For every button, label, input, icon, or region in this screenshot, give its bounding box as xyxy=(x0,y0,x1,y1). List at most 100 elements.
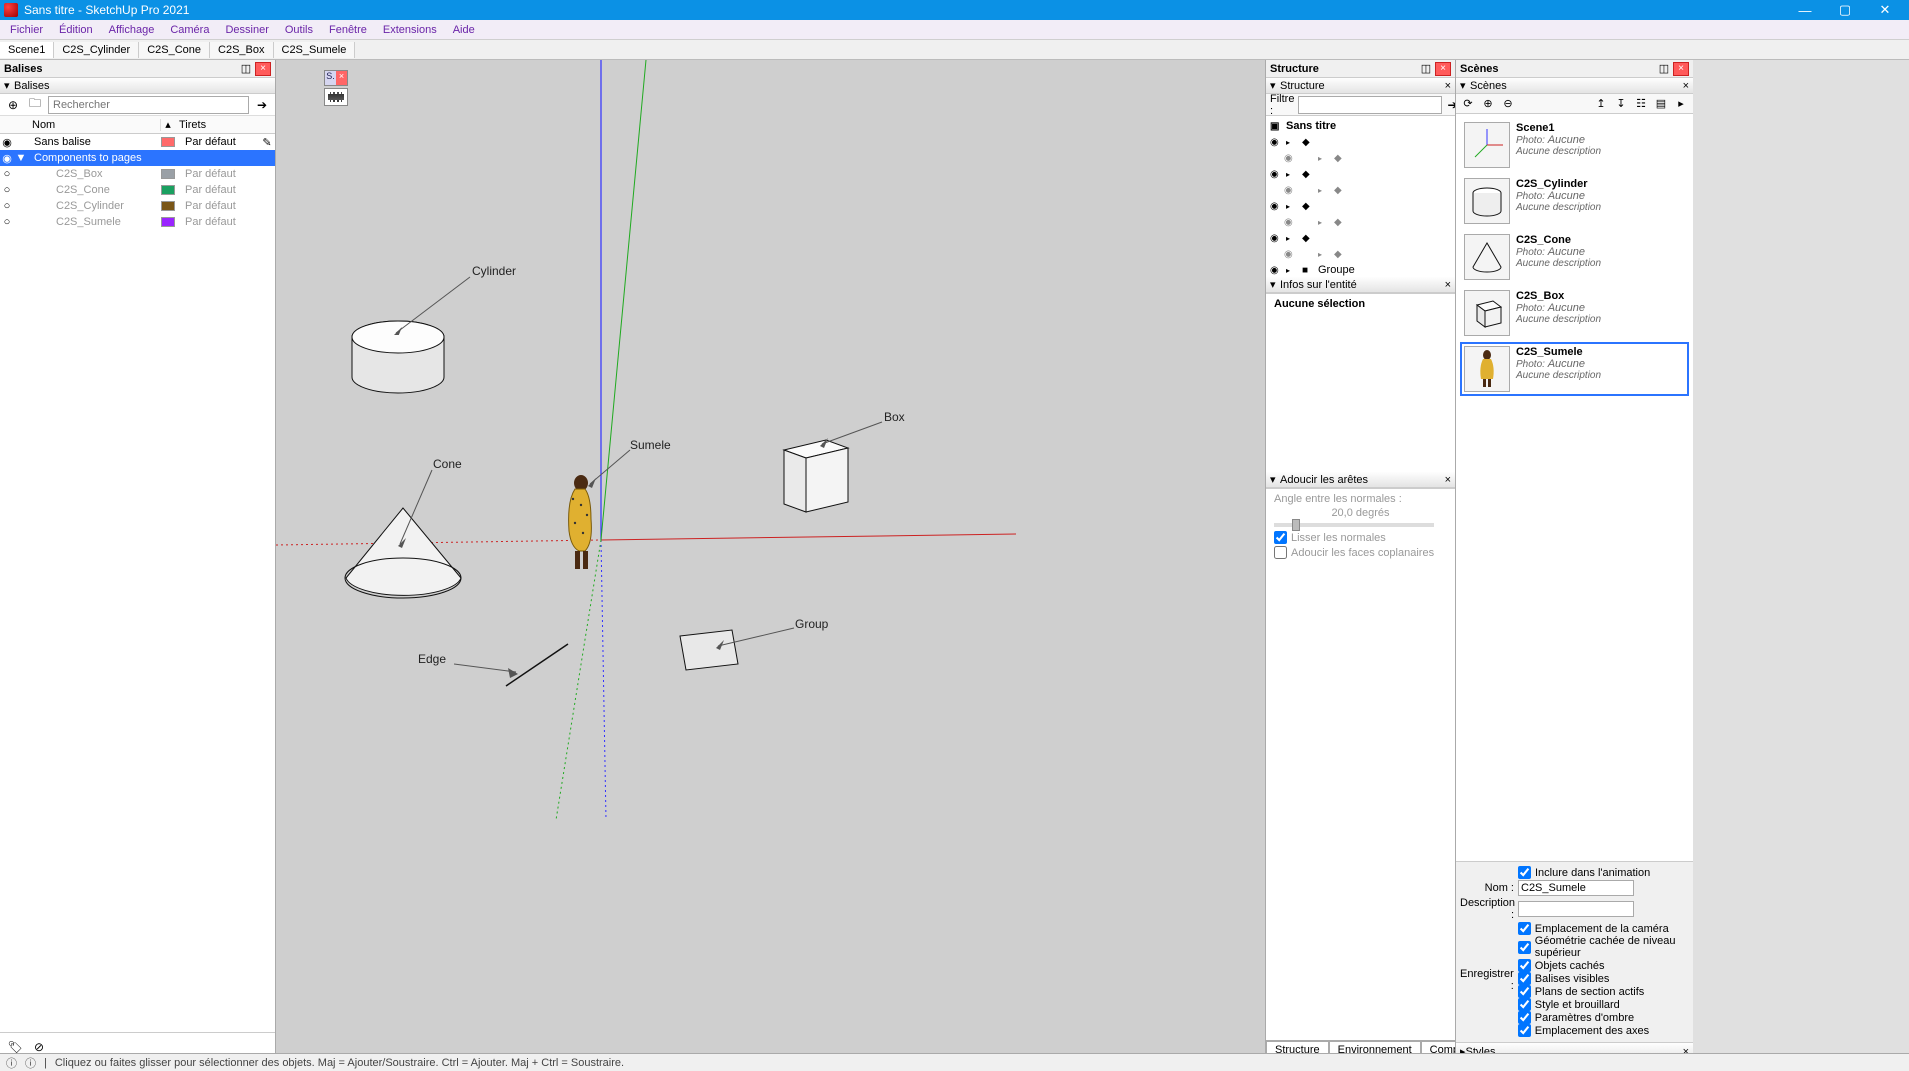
tag-row[interactable]: ○ C2S_Cylinder Par défaut xyxy=(0,198,275,214)
tag-color-swatch[interactable] xyxy=(161,137,175,147)
tag-row[interactable]: ○ C2S_Sumele Par défaut xyxy=(0,214,275,230)
maximize-button[interactable]: ▢ xyxy=(1825,2,1865,18)
scene-tab[interactable]: Scene1 xyxy=(0,42,54,58)
save-option-checkbox[interactable] xyxy=(1518,941,1531,954)
remove-scene-icon[interactable]: ⊖ xyxy=(1500,97,1516,110)
menu-extensions[interactable]: Extensions xyxy=(375,24,445,36)
tag-row[interactable]: ◉ Sans balise Par défaut ✎ xyxy=(0,134,275,150)
visibility-icon[interactable]: ◉ xyxy=(1284,249,1296,260)
save-option-checkbox[interactable] xyxy=(1518,922,1531,935)
edit-icon[interactable]: ✎ xyxy=(259,136,275,149)
move-down-icon[interactable]: ↧ xyxy=(1613,97,1629,110)
lisser-checkbox[interactable] xyxy=(1274,531,1287,544)
visibility-icon[interactable]: ○ xyxy=(0,168,14,180)
save-option-checkbox[interactable] xyxy=(1518,1011,1531,1024)
scene-card[interactable]: Scene1 Photo: Aucune Aucune description xyxy=(1460,118,1689,172)
pin-icon[interactable]: ◫ xyxy=(1419,62,1433,75)
visibility-icon[interactable]: ◉ xyxy=(1284,185,1296,196)
tag-icon[interactable]: ▸ xyxy=(1286,170,1298,179)
tree-node[interactable]: ◉ ▸ ◆ xyxy=(1266,246,1455,262)
tree-node[interactable]: ◉ ▸ ◆ xyxy=(1266,198,1455,214)
structure-tree[interactable]: ▣Sans titre ◉ ▸ ◆ ◉ ▸ ◆ ◉ ▸ ◆ ◉ ▸ ◆ ◉ ▸ … xyxy=(1266,116,1455,277)
include-anim-checkbox[interactable] xyxy=(1518,866,1531,879)
menu-caméra[interactable]: Caméra xyxy=(162,24,217,36)
close-button[interactable]: ✕ xyxy=(1865,2,1905,18)
tag-icon[interactable]: ▸ xyxy=(1286,138,1298,147)
save-option-checkbox[interactable] xyxy=(1518,1024,1531,1037)
pin-icon[interactable]: ◫ xyxy=(1657,62,1671,75)
tag-icon[interactable]: ▸ xyxy=(1318,218,1330,227)
details-icon[interactable]: ▤ xyxy=(1653,97,1669,110)
visibility-icon[interactable]: ◉ xyxy=(0,136,14,149)
tree-root[interactable]: Sans titre xyxy=(1286,120,1336,132)
collapse-arrow-icon[interactable]: ▾ xyxy=(1460,79,1470,92)
search-input[interactable] xyxy=(48,96,249,114)
scene-card[interactable]: C2S_Sumele Photo: Aucune Aucune descript… xyxy=(1460,342,1689,396)
menu-aide[interactable]: Aide xyxy=(445,24,483,36)
filter-input[interactable] xyxy=(1298,96,1442,114)
tree-node[interactable]: ◉ ▸ ◆ xyxy=(1266,214,1455,230)
visibility-icon[interactable]: ○ xyxy=(0,216,14,228)
refresh-icon[interactable]: ⟳ xyxy=(1460,97,1476,110)
view-icon[interactable]: ☷ xyxy=(1633,97,1649,110)
save-option-checkbox[interactable] xyxy=(1518,985,1531,998)
close-panel-icon[interactable]: × xyxy=(255,62,271,76)
close-panel-icon[interactable]: × xyxy=(1673,62,1689,76)
tag-color-swatch[interactable] xyxy=(161,201,175,211)
scene-tab[interactable]: C2S_Box xyxy=(210,42,273,58)
menu-fenêtre[interactable]: Fenêtre xyxy=(321,24,375,36)
visibility-icon[interactable]: ◉ xyxy=(1270,265,1282,276)
save-option-checkbox[interactable] xyxy=(1518,998,1531,1011)
tag-row[interactable]: ○ C2S_Box Par défaut xyxy=(0,166,275,182)
coplanar-checkbox[interactable] xyxy=(1274,546,1287,559)
menu-outils[interactable]: Outils xyxy=(277,24,321,36)
tree-node[interactable]: ◉ ▸ ■ Groupe xyxy=(1266,262,1455,277)
tree-node[interactable]: ◉ ▸ ◆ xyxy=(1266,182,1455,198)
visibility-icon[interactable]: ◉ xyxy=(1270,233,1282,244)
tag-row[interactable]: ◉ ▼ Components to pages xyxy=(0,150,275,166)
scene-card[interactable]: C2S_Cone Photo: Aucune Aucune descriptio… xyxy=(1460,230,1689,284)
tag-icon[interactable]: ▸ xyxy=(1318,186,1330,195)
add-tag-icon[interactable]: ⊕ xyxy=(4,96,22,114)
visibility-icon[interactable]: ◉ xyxy=(1284,153,1296,164)
tag-color-swatch[interactable] xyxy=(161,153,175,163)
add-scene-icon[interactable]: ⊕ xyxy=(1480,97,1496,110)
scene-tab[interactable]: C2S_Cone xyxy=(139,42,210,58)
menu-affichage[interactable]: Affichage xyxy=(101,24,163,36)
collapse-arrow-icon[interactable]: ▾ xyxy=(4,79,14,92)
tag-color-swatch[interactable] xyxy=(161,217,175,227)
collapse-arrow-icon[interactable]: ▾ xyxy=(1270,79,1280,92)
scene-card[interactable]: C2S_Box Photo: Aucune Aucune description xyxy=(1460,286,1689,340)
search-go-icon[interactable]: ➔ xyxy=(253,96,271,114)
tag-icon[interactable]: ▸ xyxy=(1318,250,1330,259)
tag-icon[interactable]: ▸ xyxy=(1286,202,1298,211)
save-option-checkbox[interactable] xyxy=(1518,972,1531,985)
close-panel-icon[interactable]: × xyxy=(1435,62,1451,76)
tree-node[interactable]: ◉ ▸ ◆ xyxy=(1266,150,1455,166)
tag-color-swatch[interactable] xyxy=(161,185,175,195)
visibility-icon[interactable]: ◉ xyxy=(0,152,14,165)
angle-slider[interactable] xyxy=(1274,523,1434,527)
add-folder-icon[interactable]: 🗀 xyxy=(26,96,44,114)
visibility-icon[interactable]: ◉ xyxy=(1270,169,1282,180)
save-option-checkbox[interactable] xyxy=(1518,959,1531,972)
tree-node[interactable]: ◉ ▸ ◆ xyxy=(1266,134,1455,150)
col-nom[interactable]: Nom xyxy=(28,119,161,131)
scene-card[interactable]: C2S_Cylinder Photo: Aucune Aucune descri… xyxy=(1460,174,1689,228)
close-sub-icon[interactable]: × xyxy=(1445,474,1451,486)
viewport[interactable]: S.× Cylinder Cone xyxy=(276,60,1265,1060)
menu-édition[interactable]: Édition xyxy=(51,24,101,36)
close-sub-icon[interactable]: × xyxy=(1445,279,1451,291)
scene-desc-input[interactable] xyxy=(1518,901,1634,917)
help-icon[interactable]: ⓘ xyxy=(6,1055,17,1071)
tag-icon[interactable]: ▸ xyxy=(1286,266,1298,275)
visibility-icon[interactable]: ○ xyxy=(0,200,14,212)
col-tirets[interactable]: Tirets xyxy=(175,119,275,131)
tree-node[interactable]: ◉ ▸ ◆ xyxy=(1266,230,1455,246)
menu-dessiner[interactable]: Dessiner xyxy=(217,24,276,36)
collapse-arrow-icon[interactable]: ▾ xyxy=(1270,473,1280,486)
expand-icon[interactable]: ▼ xyxy=(14,152,28,164)
scene-tab[interactable]: C2S_Cylinder xyxy=(54,42,139,58)
minimize-button[interactable]: — xyxy=(1785,3,1825,18)
visibility-icon[interactable]: ◉ xyxy=(1270,137,1282,148)
